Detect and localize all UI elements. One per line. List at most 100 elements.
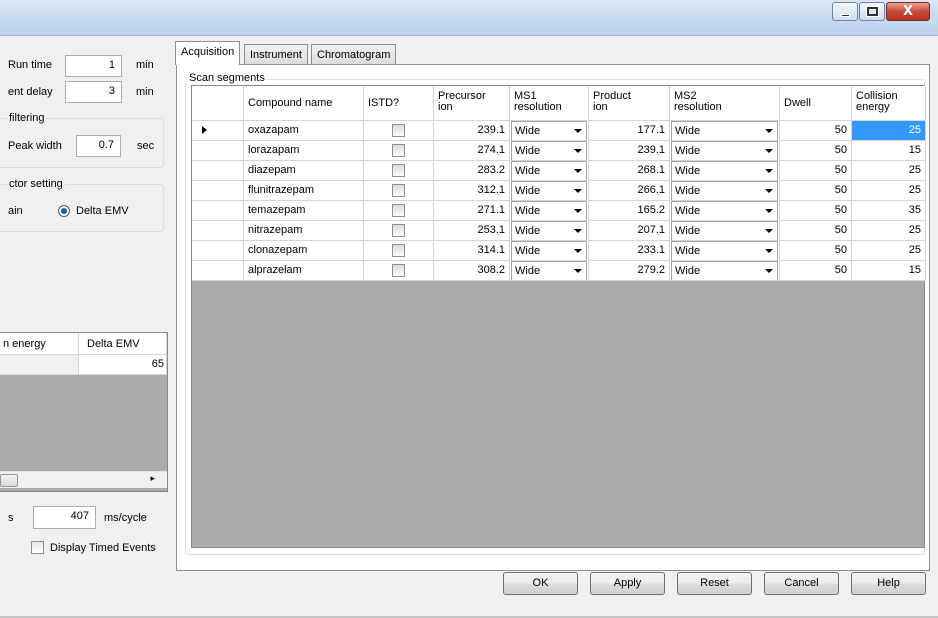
ms1-resolution-cell[interactable]: Wide: [510, 201, 589, 221]
ok-button[interactable]: OK: [503, 572, 578, 595]
product-ion-cell[interactable]: 165.2: [589, 201, 670, 221]
ms1-resolution-cell[interactable]: Wide: [510, 121, 589, 141]
delta-emv-radio[interactable]: [58, 205, 70, 217]
collision-energy-cell[interactable]: 25: [852, 181, 926, 201]
dwell-cell[interactable]: 50: [780, 181, 852, 201]
header-dwell[interactable]: Dwell: [780, 86, 852, 121]
collision-energy-cell[interactable]: 15: [852, 141, 926, 161]
apply-button[interactable]: Apply: [590, 572, 665, 595]
istd-checkbox[interactable]: [392, 124, 405, 137]
ms2-resolution-cell[interactable]: Wide: [670, 221, 780, 241]
help-button[interactable]: Help: [851, 572, 926, 595]
minimize-button[interactable]: [832, 2, 858, 21]
precursor-ion-cell[interactable]: 253.1: [434, 221, 510, 241]
collision-energy-cell[interactable]: 15: [852, 261, 926, 281]
ms2-resolution-cell[interactable]: Wide: [670, 261, 780, 281]
precursor-ion-cell[interactable]: 271.1: [434, 201, 510, 221]
grid-header-delta-emv[interactable]: Delta EMV: [79, 333, 167, 355]
maximize-button[interactable]: [859, 2, 885, 21]
compound-name-cell[interactable]: alprazelam: [244, 261, 364, 281]
ms1-resolution-dropdown[interactable]: Wide: [511, 141, 587, 160]
display-timed-events-checkbox[interactable]: [31, 541, 44, 554]
precursor-ion-cell[interactable]: 314.1: [434, 241, 510, 261]
compound-name-cell[interactable]: temazepam: [244, 201, 364, 221]
header-ms1-resolution[interactable]: MS1 resolution: [510, 86, 589, 121]
collision-energy-cell[interactable]: 25: [852, 121, 926, 141]
chevron-down-icon[interactable]: [765, 189, 773, 193]
precursor-ion-cell[interactable]: 239.1: [434, 121, 510, 141]
chevron-down-icon[interactable]: [765, 149, 773, 153]
dwell-cell[interactable]: 50: [780, 121, 852, 141]
precursor-ion-cell[interactable]: 308.2: [434, 261, 510, 281]
ms2-resolution-dropdown[interactable]: Wide: [671, 201, 778, 220]
chevron-down-icon[interactable]: [574, 209, 582, 213]
chevron-down-icon[interactable]: [765, 249, 773, 253]
grid-cell-energy[interactable]: [0, 355, 79, 375]
collision-energy-cell[interactable]: 25: [852, 241, 926, 261]
close-button[interactable]: X: [886, 2, 930, 21]
delta-emv-label[interactable]: Delta EMV: [76, 205, 129, 217]
product-ion-cell[interactable]: 239.1: [589, 141, 670, 161]
gain-label[interactable]: ain: [8, 205, 23, 217]
product-ion-cell[interactable]: 177.1: [589, 121, 670, 141]
istd-cell[interactable]: [364, 141, 434, 161]
tab-acquisition[interactable]: Acquisition: [175, 41, 241, 65]
cancel-button[interactable]: Cancel: [764, 572, 839, 595]
chevron-down-icon[interactable]: [765, 169, 773, 173]
chevron-down-icon[interactable]: [574, 189, 582, 193]
istd-checkbox[interactable]: [392, 204, 405, 217]
ms2-resolution-cell[interactable]: Wide: [670, 241, 780, 261]
ms1-resolution-dropdown[interactable]: Wide: [511, 261, 587, 280]
ms2-resolution-dropdown[interactable]: Wide: [671, 181, 778, 200]
ms1-resolution-dropdown[interactable]: Wide: [511, 201, 587, 220]
istd-checkbox[interactable]: [392, 184, 405, 197]
istd-checkbox[interactable]: [392, 224, 405, 237]
grid-cell-delta-emv[interactable]: 65: [79, 355, 167, 375]
istd-cell[interactable]: [364, 161, 434, 181]
precursor-ion-cell[interactable]: 312.1: [434, 181, 510, 201]
collision-energy-cell[interactable]: 25: [852, 221, 926, 241]
product-ion-cell[interactable]: 279.2: [589, 261, 670, 281]
header-ms2-resolution[interactable]: MS2 resolution: [670, 86, 780, 121]
header-collision-energy[interactable]: Collision energy: [852, 86, 926, 121]
scrollbar-thumb[interactable]: [0, 474, 18, 487]
dwell-cell[interactable]: 50: [780, 241, 852, 261]
compound-name-cell[interactable]: nitrazepam: [244, 221, 364, 241]
tab-chromatogram[interactable]: Chromatogram: [311, 44, 397, 64]
chevron-down-icon[interactable]: [765, 269, 773, 273]
ms2-resolution-dropdown[interactable]: Wide: [671, 221, 778, 240]
ms1-resolution-dropdown[interactable]: Wide: [511, 181, 587, 200]
istd-checkbox[interactable]: [392, 264, 405, 277]
ms1-resolution-cell[interactable]: Wide: [510, 221, 589, 241]
header-istd[interactable]: ISTD?: [364, 86, 434, 121]
chevron-down-icon[interactable]: [574, 229, 582, 233]
product-ion-cell[interactable]: 266.1: [589, 181, 670, 201]
horizontal-scrollbar[interactable]: ▸: [0, 471, 167, 488]
dwell-cell[interactable]: 50: [780, 161, 852, 181]
header-precursor-ion[interactable]: Precursor ion: [434, 86, 510, 121]
dwell-cell[interactable]: 50: [780, 221, 852, 241]
precursor-ion-cell[interactable]: 283.2: [434, 161, 510, 181]
compound-name-cell[interactable]: lorazapam: [244, 141, 364, 161]
peak-width-input[interactable]: 0.7: [76, 135, 121, 157]
solvent-delay-input[interactable]: 3: [65, 81, 122, 103]
istd-cell[interactable]: [364, 181, 434, 201]
cycle-time-input[interactable]: 407: [33, 506, 96, 529]
collision-energy-cell[interactable]: 25: [852, 161, 926, 181]
istd-checkbox[interactable]: [392, 144, 405, 157]
ms1-resolution-dropdown[interactable]: Wide: [511, 221, 587, 240]
istd-cell[interactable]: [364, 121, 434, 141]
scroll-right-icon[interactable]: ▸: [150, 473, 155, 484]
ms1-resolution-cell[interactable]: Wide: [510, 161, 589, 181]
display-timed-events-label[interactable]: Display Timed Events: [50, 542, 156, 554]
collision-energy-cell[interactable]: 35: [852, 201, 926, 221]
product-ion-cell[interactable]: 233.1: [589, 241, 670, 261]
compound-name-cell[interactable]: oxazapam: [244, 121, 364, 141]
reset-button[interactable]: Reset: [677, 572, 752, 595]
chevron-down-icon[interactable]: [765, 129, 773, 133]
compound-name-cell[interactable]: flunitrazepam: [244, 181, 364, 201]
product-ion-cell[interactable]: 207.1: [589, 221, 670, 241]
istd-cell[interactable]: [364, 201, 434, 221]
chevron-down-icon[interactable]: [574, 149, 582, 153]
chevron-down-icon[interactable]: [574, 169, 582, 173]
